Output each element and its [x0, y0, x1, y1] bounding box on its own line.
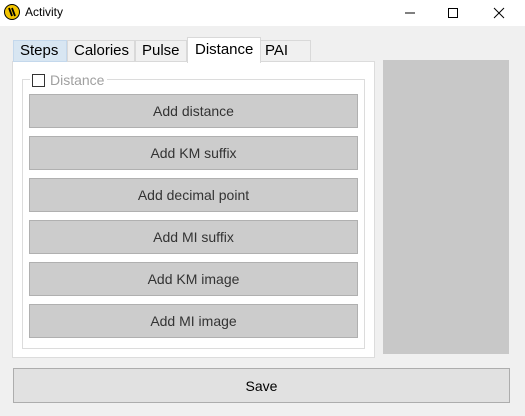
title-bar: Activity	[0, 0, 525, 26]
maximize-button[interactable]	[430, 0, 476, 26]
distance-group-label: Distance	[50, 72, 105, 88]
button-label: Add MI suffix	[153, 229, 234, 245]
tab-label: Calories	[74, 42, 130, 59]
distance-checkbox[interactable]	[32, 73, 45, 87]
close-button[interactable]	[476, 0, 522, 26]
add-km-suffix-button[interactable]: Add KM suffix	[29, 136, 358, 170]
button-label: Add KM image	[147, 271, 240, 287]
preview-area	[383, 60, 509, 354]
add-distance-button[interactable]: Add distance	[29, 94, 358, 128]
tab-label: PAI	[265, 42, 289, 59]
minimize-icon	[405, 12, 415, 14]
button-label: Add MI image	[150, 313, 237, 329]
add-mi-image-button[interactable]: Add MI image	[29, 304, 358, 338]
add-km-image-button[interactable]: Add KM image	[29, 262, 358, 296]
button-label: Add decimal point	[137, 187, 250, 203]
tab-label: Steps	[20, 42, 59, 59]
tab-distance[interactable]: Distance	[187, 37, 261, 63]
button-label: Add KM suffix	[150, 145, 237, 161]
tab-pulse[interactable]: Pulse	[135, 40, 187, 62]
distance-group-header[interactable]: Distance	[30, 72, 108, 88]
tab-pai[interactable]: PAI	[260, 40, 311, 62]
add-decimal-point-button[interactable]: Add decimal point	[29, 178, 358, 212]
maximize-icon	[448, 8, 458, 18]
add-mi-suffix-button[interactable]: Add MI suffix	[29, 220, 358, 254]
button-label: Add distance	[153, 103, 234, 119]
tab-label: Pulse	[142, 42, 180, 59]
save-button[interactable]: Save	[13, 368, 510, 403]
minimize-button[interactable]	[387, 0, 433, 26]
app-logo-icon	[4, 4, 20, 20]
save-button-label: Save	[245, 377, 278, 394]
tab-label: Distance	[195, 41, 254, 58]
tab-steps[interactable]: Steps	[13, 40, 67, 62]
close-icon	[493, 7, 505, 19]
tab-calories[interactable]: Calories	[67, 40, 135, 62]
window-title: Activity	[25, 5, 64, 19]
